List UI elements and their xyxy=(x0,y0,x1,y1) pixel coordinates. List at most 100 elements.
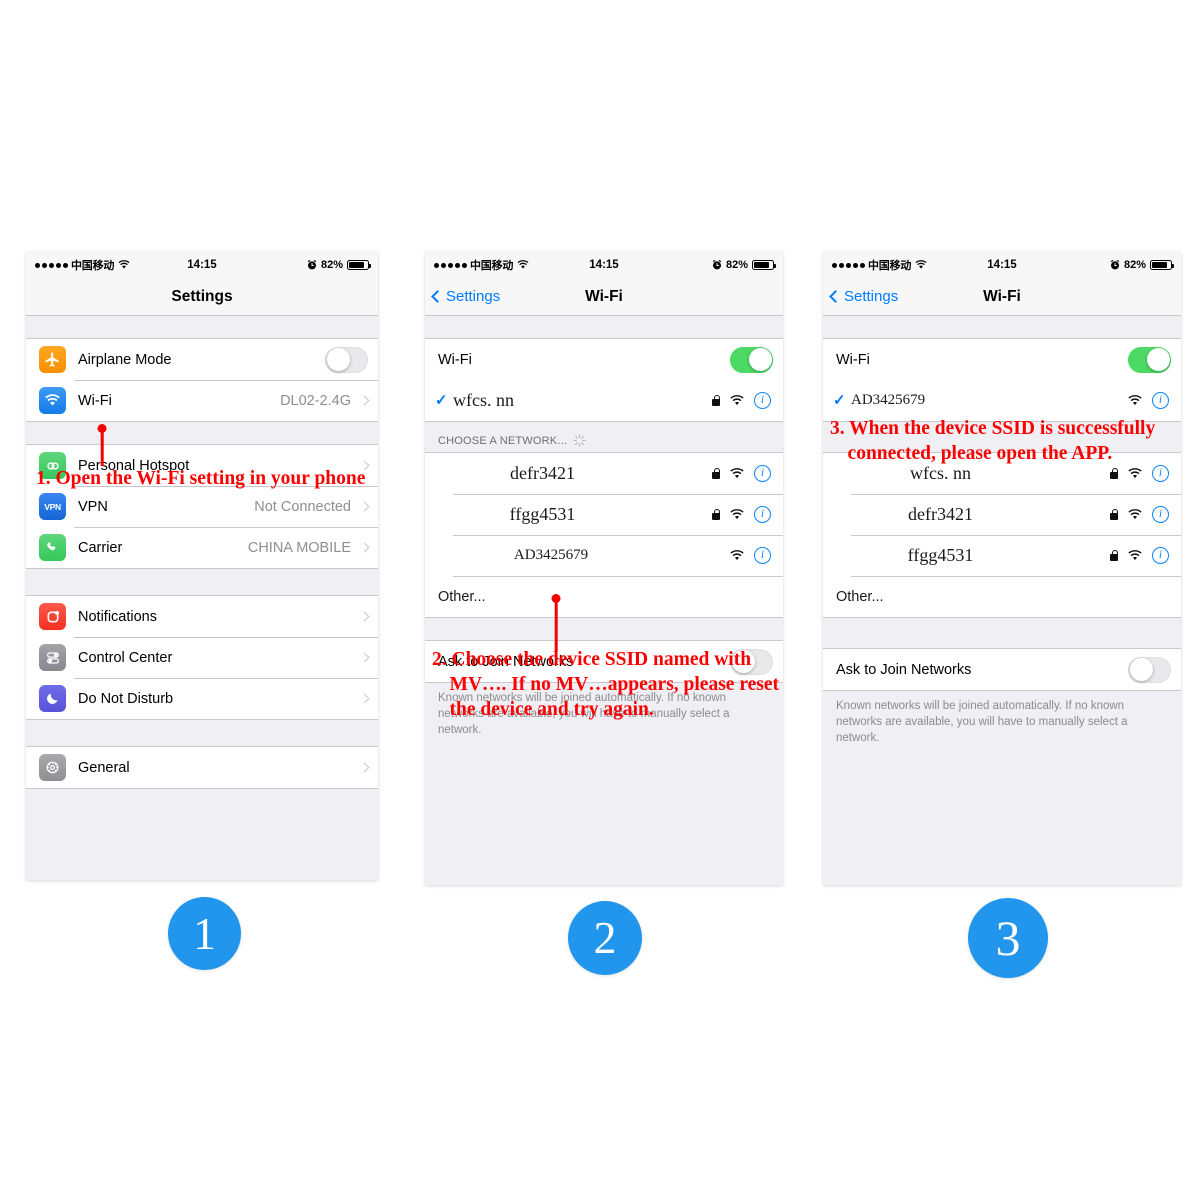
annotation-step-2: 2. Choose the device SSID named with MV…… xyxy=(432,649,780,720)
pointer-pin-1 xyxy=(97,424,107,466)
alarm-icon xyxy=(1110,260,1120,270)
instruction-sheet: 中国移动 14:15 82% Settings Airplane Mode Wi… xyxy=(0,0,1200,1200)
settings-row-vpn[interactable]: VPN VPN Not Connected xyxy=(26,486,378,527)
list-gap xyxy=(26,316,378,338)
info-icon[interactable]: i xyxy=(754,392,771,409)
lock-icon xyxy=(1110,508,1119,520)
settings-row-notifications[interactable]: Notifications xyxy=(26,596,378,637)
wifi-signal-icon xyxy=(730,394,744,405)
wifi-toggle[interactable] xyxy=(730,346,773,373)
info-icon[interactable]: i xyxy=(754,506,771,523)
status-bar: 中国移动 14:15 82% xyxy=(823,252,1181,278)
battery-icon xyxy=(347,260,372,270)
network-row[interactable]: defr3421 i xyxy=(425,453,783,494)
wifi-signal-icon xyxy=(730,508,744,519)
network-row-other[interactable]: Other... xyxy=(425,576,783,617)
network-ssid: defr3421 xyxy=(908,504,973,524)
wifi-icon xyxy=(118,260,130,269)
network-ssid: defr3421 xyxy=(510,463,575,483)
status-bar-left: 中国移动 xyxy=(832,257,927,273)
settings-group-network: Personal Hotspot VPN VPN Not Connected C… xyxy=(26,444,378,569)
battery-icon xyxy=(752,260,777,270)
phone-screenshot-3: 中国移动 14:15 82% Settings Wi-Fi Wi-Fi ✓ AD… xyxy=(823,252,1181,885)
carrier-value: CHINA MOBILE xyxy=(247,539,351,556)
wifi-icon xyxy=(517,260,529,269)
network-status-icons: i xyxy=(729,547,771,564)
info-icon[interactable]: i xyxy=(754,465,771,482)
network-row[interactable]: defr3421 i xyxy=(823,494,1181,535)
settings-row-control-center[interactable]: Control Center xyxy=(26,637,378,678)
settings-row-label: Airplane Mode xyxy=(78,351,172,368)
list-gap xyxy=(26,422,378,444)
carrier-icon xyxy=(39,534,66,561)
annotation-step-1: 1. Open the Wi-Fi setting in your phone xyxy=(36,468,366,489)
settings-row-label: Do Not Disturb xyxy=(78,690,174,707)
vpn-icon: VPN xyxy=(39,493,66,520)
settings-row-carrier[interactable]: Carrier CHINA MOBILE xyxy=(26,527,378,568)
settings-row-do-not-disturb[interactable]: Do Not Disturb xyxy=(26,678,378,719)
status-bar: 中国移动 14:15 82% xyxy=(26,252,378,278)
status-bar-left: 中国移动 xyxy=(434,257,529,273)
phone-screenshot-1: 中国移动 14:15 82% Settings Airplane Mode Wi… xyxy=(26,252,378,880)
list-gap xyxy=(26,569,378,595)
other-network-label: Other... xyxy=(836,588,884,605)
airplane-mode-toggle[interactable] xyxy=(325,346,368,373)
pin-stem xyxy=(554,598,558,652)
network-ssid: ffgg4531 xyxy=(509,504,576,524)
nav-bar: Settings Wi-Fi xyxy=(823,278,1181,316)
available-networks-group: defr3421 i ffgg4531 i AD3425679 i Other.… xyxy=(425,452,783,618)
list-gap xyxy=(823,316,1181,338)
settings-group-general: General xyxy=(26,746,378,789)
connected-network-row[interactable]: ✓ wfcs. nn i xyxy=(425,380,783,421)
wifi-toggle-row[interactable]: Wi-Fi xyxy=(823,339,1181,380)
battery-percent: 82% xyxy=(725,259,748,271)
wifi-icon xyxy=(915,260,927,269)
network-row[interactable]: ffgg4531 i xyxy=(823,535,1181,576)
settings-row-wifi[interactable]: Wi-Fi DL02-2.4G xyxy=(26,380,378,421)
settings-row-airplane-mode[interactable]: Airplane Mode xyxy=(26,339,378,380)
connected-network-ssid: wfcs. nn xyxy=(453,390,514,410)
battery-icon xyxy=(1150,260,1175,270)
network-row[interactable]: ffgg4531 i xyxy=(425,494,783,535)
wifi-toggle-row[interactable]: Wi-Fi xyxy=(425,339,783,380)
airplane-icon xyxy=(39,346,66,373)
info-icon[interactable]: i xyxy=(1152,506,1169,523)
back-button[interactable]: Settings xyxy=(431,288,500,305)
chevron-left-icon xyxy=(829,290,842,303)
lock-icon xyxy=(712,508,721,520)
settings-row-label: General xyxy=(78,759,130,776)
settings-row-label: Notifications xyxy=(78,608,157,625)
ask-to-join-row[interactable]: Ask to Join Networks xyxy=(823,649,1181,690)
checkmark-icon: ✓ xyxy=(435,392,448,409)
back-button-label: Settings xyxy=(844,288,899,305)
network-row-device-ssid[interactable]: AD3425679 i xyxy=(425,535,783,576)
info-icon[interactable]: i xyxy=(1152,392,1169,409)
choose-network-label: CHOOSE A NETWORK... xyxy=(438,434,568,447)
wifi-icon xyxy=(39,387,66,414)
settings-row-general[interactable]: General xyxy=(26,747,378,788)
connected-network-row[interactable]: ✓ AD3425679 i xyxy=(823,380,1181,421)
carrier-name: 中国移动 xyxy=(470,260,514,272)
notifications-icon xyxy=(39,603,66,630)
vpn-status: Not Connected xyxy=(254,498,351,515)
step-badge-1: 1 xyxy=(168,897,241,970)
lock-icon xyxy=(712,394,721,406)
back-button[interactable]: Settings xyxy=(829,288,899,305)
wifi-toggle[interactable] xyxy=(1128,346,1171,373)
do-not-disturb-icon xyxy=(39,685,66,712)
status-bar: 中国移动 14:15 82% xyxy=(425,252,783,278)
loading-spinner-icon xyxy=(573,434,586,447)
chevron-right-icon xyxy=(359,762,370,773)
info-icon[interactable]: i xyxy=(754,547,771,564)
other-network-label: Other... xyxy=(438,588,486,605)
ask-to-join-toggle[interactable] xyxy=(1128,656,1171,683)
network-row-other[interactable]: Other... xyxy=(823,576,1181,617)
settings-group-notifications: Notifications Control Center Do Not Dist… xyxy=(26,595,378,720)
step-badge-2: 2 xyxy=(568,901,642,975)
info-icon[interactable]: i xyxy=(1152,547,1169,564)
info-icon[interactable]: i xyxy=(1152,465,1169,482)
wifi-toggle-label: Wi-Fi xyxy=(438,351,472,368)
control-center-icon xyxy=(39,644,66,671)
nav-bar: Settings Wi-Fi xyxy=(425,278,783,316)
settings-row-label: VPN xyxy=(78,498,108,515)
